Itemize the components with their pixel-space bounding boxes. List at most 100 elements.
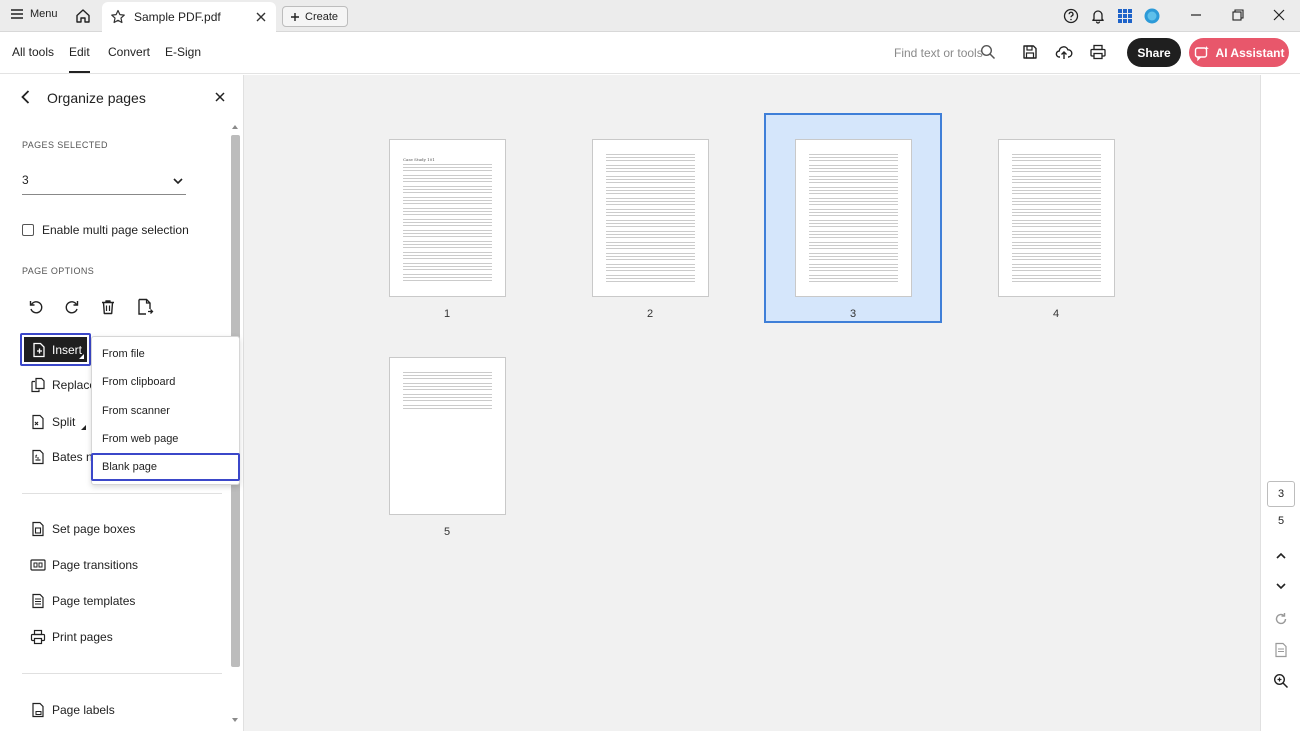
- page-thumbnail-4[interactable]: [998, 139, 1115, 297]
- page-templates-label: Page templates: [52, 594, 136, 608]
- pages-selected-value: 3: [22, 173, 29, 187]
- page-number-1: 1: [443, 308, 451, 320]
- rotate-left-icon[interactable]: [27, 298, 45, 316]
- tab-e-sign[interactable]: E-Sign: [165, 45, 201, 59]
- create-button[interactable]: Create: [282, 6, 349, 27]
- multi-page-selection-checkbox[interactable]: [22, 224, 34, 236]
- print-pages-icon: [30, 629, 46, 645]
- page-thumbnails-area: Case Study 101 1 2 3 4 5: [244, 75, 1260, 731]
- page-templates-icon: [32, 593, 44, 609]
- menu-item-from-web-page[interactable]: From web page: [92, 425, 239, 453]
- rotate-right-icon[interactable]: [63, 298, 81, 316]
- share-button[interactable]: Share: [1127, 38, 1181, 67]
- ai-assistant-label: AI Assistant: [1215, 45, 1285, 60]
- panel-divider: [22, 673, 222, 674]
- find-text-input[interactable]: Find text or tools: [894, 46, 983, 60]
- page-labels-label: Page labels: [52, 703, 115, 717]
- plus-icon: [291, 12, 299, 21]
- multi-page-selection-row[interactable]: Enable multi page selection: [22, 223, 189, 237]
- page-heading: Case Study 101: [403, 157, 435, 162]
- close-panel-icon[interactable]: [214, 91, 226, 103]
- split-button[interactable]: Split: [30, 413, 87, 430]
- page-transitions-icon: [30, 559, 46, 571]
- page-transitions-button[interactable]: Page transitions: [30, 557, 138, 573]
- main-toolbar: All tools Edit Convert E-Sign Find text …: [0, 32, 1300, 74]
- chevron-down-icon: [173, 178, 183, 185]
- back-arrow-icon[interactable]: [18, 89, 34, 105]
- scroll-down-icon[interactable]: [231, 716, 239, 724]
- tab-convert[interactable]: Convert: [108, 45, 150, 59]
- help-icon[interactable]: [1063, 8, 1079, 24]
- page-text-lines: [809, 154, 898, 282]
- page-text-lines: [403, 372, 492, 410]
- trash-icon[interactable]: [99, 298, 117, 316]
- document-tab[interactable]: Sample PDF.pdf: [102, 2, 276, 32]
- page-labels-icon: [32, 702, 44, 718]
- multi-page-selection-label: Enable multi page selection: [42, 223, 189, 237]
- set-page-boxes-label: Set page boxes: [52, 522, 136, 536]
- home-icon[interactable]: [74, 7, 92, 25]
- minimize-icon[interactable]: [1189, 8, 1203, 22]
- pages-selected-dropdown[interactable]: 3: [22, 167, 186, 195]
- menu-item-blank-page[interactable]: Blank page: [91, 453, 240, 481]
- total-pages: 5: [1277, 515, 1285, 527]
- print-icon[interactable]: [1089, 43, 1107, 61]
- pages-selected-label: PAGES SELECTED: [22, 140, 108, 150]
- split-page-icon: [32, 414, 44, 429]
- user-avatar[interactable]: [1144, 8, 1160, 24]
- page-text-lines: [1012, 154, 1101, 282]
- search-icon[interactable]: [980, 44, 996, 60]
- page-number-2: 2: [646, 308, 654, 320]
- bates-numbering-icon: [32, 449, 44, 465]
- create-label: Create: [305, 10, 339, 23]
- replace-page-icon: [31, 377, 45, 393]
- menu-item-from-clipboard[interactable]: From clipboard: [92, 368, 239, 396]
- page-labels-button[interactable]: Page labels: [30, 702, 115, 718]
- page-text-lines: [606, 154, 695, 282]
- right-navigation-rail: 3 5: [1260, 75, 1300, 731]
- save-icon[interactable]: [1021, 43, 1039, 61]
- insert-button[interactable]: Insert: [20, 333, 91, 366]
- menu-item-from-scanner[interactable]: From scanner: [92, 397, 239, 425]
- page-templates-button[interactable]: Page templates: [30, 593, 135, 609]
- current-page-input[interactable]: 3: [1267, 481, 1295, 507]
- page-thumbnail-3[interactable]: [795, 139, 912, 297]
- print-pages-button[interactable]: Print pages: [30, 629, 113, 645]
- page-thumbnail-2[interactable]: [592, 139, 709, 297]
- page-thumbnail-5[interactable]: [389, 357, 506, 515]
- panel-title: Organize pages: [47, 90, 146, 106]
- menu-item-from-file[interactable]: From file: [92, 340, 239, 368]
- page-number-3: 3: [849, 308, 857, 320]
- refresh-icon[interactable]: [1273, 611, 1289, 627]
- restore-icon[interactable]: [1231, 8, 1245, 22]
- zoom-in-icon[interactable]: [1273, 673, 1289, 689]
- star-icon[interactable]: [110, 9, 126, 25]
- submenu-corner-icon: [79, 354, 84, 359]
- tab-all-tools[interactable]: All tools: [12, 45, 54, 59]
- replace-label: Replace: [52, 378, 97, 392]
- submenu-corner-icon: [81, 425, 87, 430]
- title-bar: Menu Sample PDF.pdf Create: [0, 0, 1300, 32]
- set-page-boxes-button[interactable]: Set page boxes: [30, 521, 135, 537]
- print-pages-label: Print pages: [52, 630, 113, 644]
- close-window-icon[interactable]: [1272, 8, 1286, 22]
- extract-page-icon[interactable]: [136, 298, 154, 316]
- replace-button[interactable]: Replace: [30, 377, 96, 393]
- page-display-icon[interactable]: [1273, 642, 1289, 658]
- bell-icon[interactable]: [1090, 8, 1106, 24]
- scroll-up-icon[interactable]: [231, 123, 239, 131]
- close-tab-icon[interactable]: [254, 10, 268, 24]
- hamburger-icon: [11, 9, 23, 19]
- chevron-down-icon[interactable]: [1273, 578, 1289, 594]
- page-thumbnail-1[interactable]: Case Study 101: [389, 139, 506, 297]
- ai-assistant-button[interactable]: AI Assistant: [1189, 38, 1289, 67]
- menu-button[interactable]: Menu: [10, 8, 58, 20]
- panel-divider: [22, 493, 222, 494]
- apps-grid-icon[interactable]: [1117, 8, 1133, 24]
- bates-numbering-button[interactable]: Bates nu: [30, 449, 99, 465]
- ai-assistant-icon: [1194, 45, 1209, 61]
- tab-edit[interactable]: Edit: [69, 45, 90, 73]
- cloud-upload-icon[interactable]: [1055, 43, 1073, 61]
- insert-label: Insert: [52, 342, 83, 357]
- chevron-up-icon[interactable]: [1273, 548, 1289, 564]
